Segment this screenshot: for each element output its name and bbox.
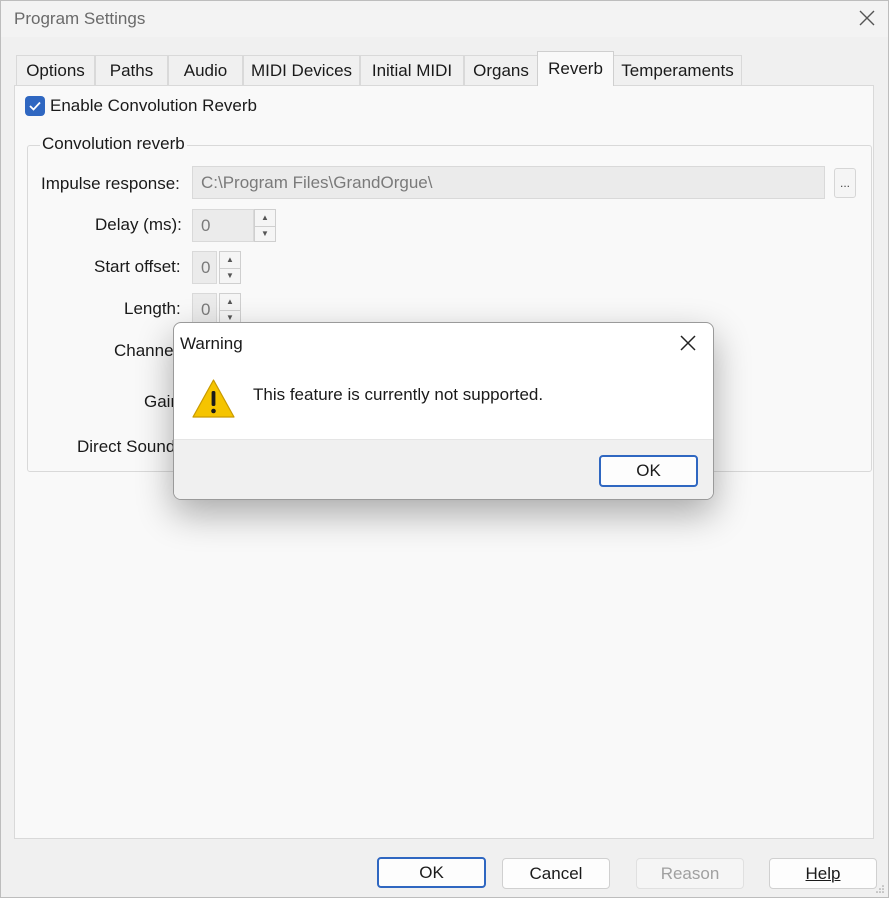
tab-paths[interactable]: Paths — [95, 55, 168, 86]
start-offset-label: Start offset: — [94, 257, 181, 276]
delay-spinner[interactable]: ▲ ▼ — [254, 209, 276, 242]
resize-grip-icon[interactable] — [875, 884, 885, 894]
group-title: Convolution reverb — [40, 134, 187, 154]
close-icon[interactable] — [854, 5, 880, 31]
spin-up-icon[interactable]: ▲ — [255, 210, 275, 226]
dialog-close-icon[interactable] — [677, 332, 699, 354]
dialog-footer: OK — [174, 439, 713, 499]
tab-midi-devices[interactable]: MIDI Devices — [243, 55, 360, 86]
title-bar: Program Settings — [1, 1, 888, 37]
dialog-message: This feature is currently not supported. — [253, 385, 544, 404]
delay-label: Delay (ms): — [95, 215, 182, 234]
delay-input[interactable]: 0 — [192, 209, 254, 242]
tab-options[interactable]: Options — [16, 55, 95, 86]
direct-sound-label: Direct Sound — [77, 437, 176, 456]
enable-reverb-checkbox[interactable] — [25, 96, 45, 116]
tab-reverb[interactable]: Reverb — [537, 51, 614, 86]
warning-icon — [192, 379, 235, 418]
gain-label: Gair — [144, 392, 177, 411]
tab-audio[interactable]: Audio — [168, 55, 243, 86]
checkmark-icon — [29, 101, 41, 111]
reason-button: Reason — [636, 858, 744, 889]
start-offset-spinner[interactable]: ▲ ▼ — [219, 251, 241, 284]
length-label: Length: — [124, 299, 181, 318]
dialog-ok-button[interactable]: OK — [599, 455, 698, 487]
spin-up-icon[interactable]: ▲ — [220, 252, 240, 268]
spin-up-icon[interactable]: ▲ — [220, 294, 240, 310]
impulse-response-label: Impulse response: — [41, 174, 180, 193]
warning-dialog: Warning This feature is currently not su… — [173, 322, 714, 500]
enable-reverb-checkbox-row[interactable]: Enable Convolution Reverb — [25, 96, 257, 116]
spin-down-icon[interactable]: ▼ — [220, 267, 240, 284]
help-button[interactable]: Help — [769, 858, 877, 889]
dialog-title: Warning — [180, 334, 243, 353]
browse-button[interactable]: ... — [834, 168, 856, 198]
tab-temperaments[interactable]: Temperaments — [613, 55, 742, 86]
spin-down-icon[interactable]: ▼ — [255, 225, 275, 242]
window-title: Program Settings — [14, 9, 146, 28]
start-offset-input[interactable]: 0 — [192, 251, 217, 284]
enable-reverb-label: Enable Convolution Reverb — [50, 96, 257, 115]
ok-button[interactable]: OK — [377, 857, 486, 888]
tab-initial-midi[interactable]: Initial MIDI — [360, 55, 464, 86]
impulse-response-field[interactable]: C:\Program Files\GrandOrgue\ — [192, 166, 825, 199]
tab-organs[interactable]: Organs — [464, 55, 538, 86]
channel-label: Channe — [114, 341, 174, 360]
cancel-button[interactable]: Cancel — [502, 858, 610, 889]
